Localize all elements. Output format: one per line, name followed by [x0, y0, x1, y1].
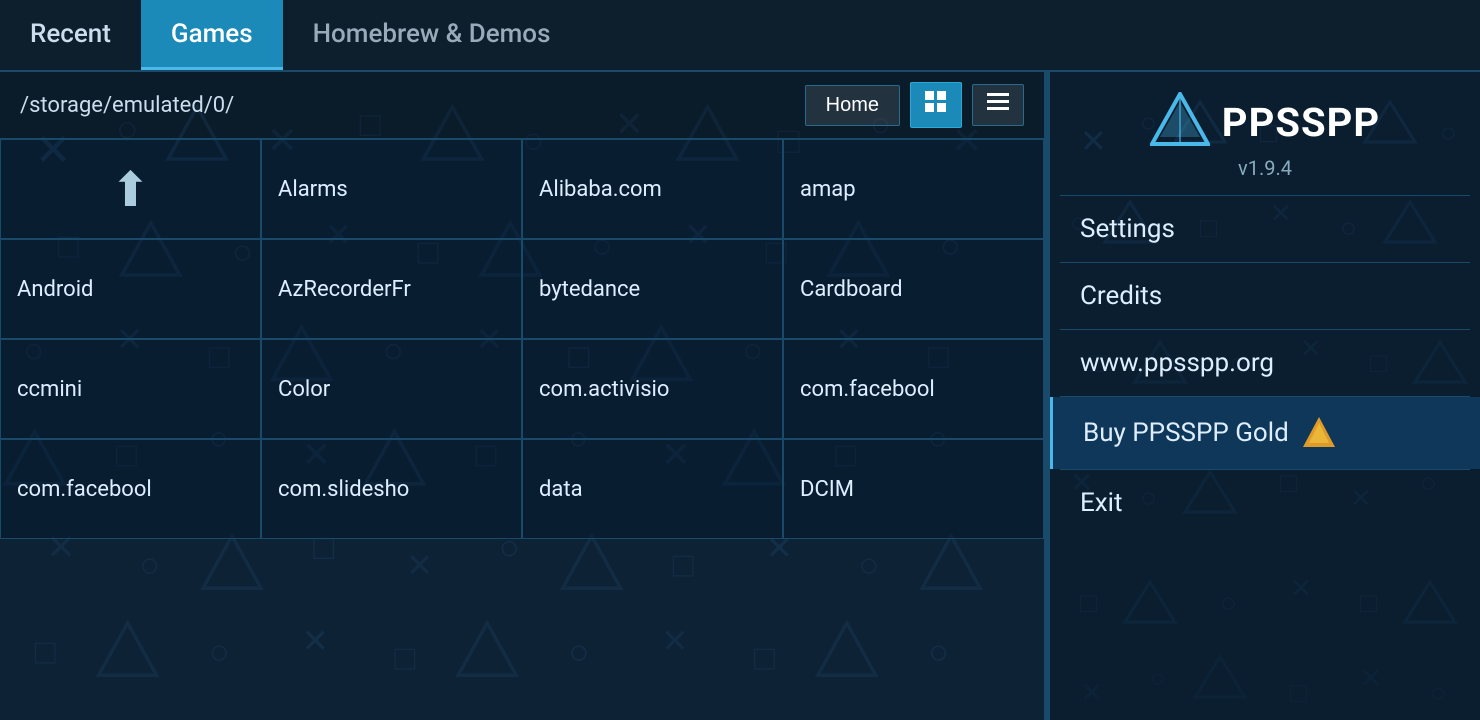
- tab-homebrew[interactable]: Homebrew & Demos: [283, 0, 581, 70]
- sidebar-menu: Settings Credits www.ppsspp.org Buy PPSS…: [1050, 196, 1480, 720]
- list-item[interactable]: data: [522, 439, 783, 539]
- list-item[interactable]: Color: [261, 339, 522, 439]
- app-title: PPSSPP: [1222, 99, 1380, 146]
- up-arrow-icon: ⬆: [110, 161, 150, 218]
- sidebar: ✕ ○ □ ✕ ○ ○ □ ✕ ○ □ ○ ✕ □ ✕ ○ □ ✕ ○ □: [1050, 72, 1480, 720]
- sidebar-item-settings[interactable]: Settings: [1050, 196, 1480, 262]
- tab-games[interactable]: Games: [141, 0, 283, 70]
- sidebar-divider: [1060, 262, 1470, 263]
- vertical-divider: [1046, 72, 1050, 720]
- list-item[interactable]: com.facebool: [783, 339, 1044, 439]
- path-bar: /storage/emulated/0/ Home: [0, 72, 1044, 139]
- website-label: www.ppsspp.org: [1080, 348, 1274, 378]
- list-item[interactable]: com.facebool: [0, 439, 261, 539]
- list-item[interactable]: DCIM: [783, 439, 1044, 539]
- credits-label: Credits: [1080, 281, 1162, 311]
- gold-label: Buy PPSSPP Gold: [1083, 418, 1289, 448]
- logo-area: PPSSPP v1.9.4: [1050, 72, 1480, 195]
- header-tabs: Recent Games Homebrew & Demos: [0, 0, 1480, 72]
- grid-view-button[interactable]: [910, 82, 962, 128]
- list-item[interactable]: com.slidesho: [261, 439, 522, 539]
- list-item[interactable]: amap: [783, 139, 1044, 239]
- sidebar-divider: [1060, 396, 1470, 397]
- list-item[interactable]: Cardboard: [783, 239, 1044, 339]
- list-view-button[interactable]: [972, 84, 1024, 126]
- sidebar-item-website[interactable]: www.ppsspp.org: [1050, 330, 1480, 396]
- file-browser: ✕ ○ ✕ □ ○ ✕ □ ○ ✕ □ ○ ✕ □ ○ ✕ □ ○ ○: [0, 72, 1046, 720]
- sidebar-item-gold[interactable]: Buy PPSSPP Gold: [1050, 397, 1480, 469]
- list-item[interactable]: com.activisio: [522, 339, 783, 439]
- list-item[interactable]: bytedance: [522, 239, 783, 339]
- list-item[interactable]: Android: [0, 239, 261, 339]
- tab-recent[interactable]: Recent: [0, 0, 141, 70]
- exit-label: Exit: [1080, 488, 1123, 518]
- current-path: /storage/emulated/0/: [20, 93, 234, 118]
- path-controls: Home: [805, 82, 1024, 128]
- list-item[interactable]: Alarms: [261, 139, 522, 239]
- grid-container: ⬆ Alarms Alibaba.com amap Android AzReco…: [0, 139, 1044, 720]
- file-grid: ⬆ Alarms Alibaba.com amap Android AzReco…: [0, 139, 1044, 539]
- settings-label: Settings: [1080, 214, 1175, 244]
- ppsspp-logo-icon: [1150, 92, 1210, 152]
- list-item[interactable]: ccmini: [0, 339, 261, 439]
- sidebar-item-exit[interactable]: Exit: [1050, 470, 1480, 536]
- list-item[interactable]: Alibaba.com: [522, 139, 783, 239]
- gold-ppsspp-icon: [1301, 415, 1337, 451]
- sidebar-divider: [1060, 469, 1470, 470]
- logo-row: PPSSPP: [1150, 92, 1380, 152]
- sidebar-item-credits[interactable]: Credits: [1050, 263, 1480, 329]
- list-item[interactable]: AzRecorderFr: [261, 239, 522, 339]
- navigate-up-button[interactable]: ⬆: [0, 139, 261, 239]
- home-button[interactable]: Home: [805, 85, 900, 126]
- main-area: ✕ ○ ✕ □ ○ ✕ □ ○ ✕ □ ○ ✕ □ ○ ✕ □ ○ ○: [0, 72, 1480, 720]
- sidebar-divider: [1060, 329, 1470, 330]
- version-label: v1.9.4: [1238, 156, 1292, 180]
